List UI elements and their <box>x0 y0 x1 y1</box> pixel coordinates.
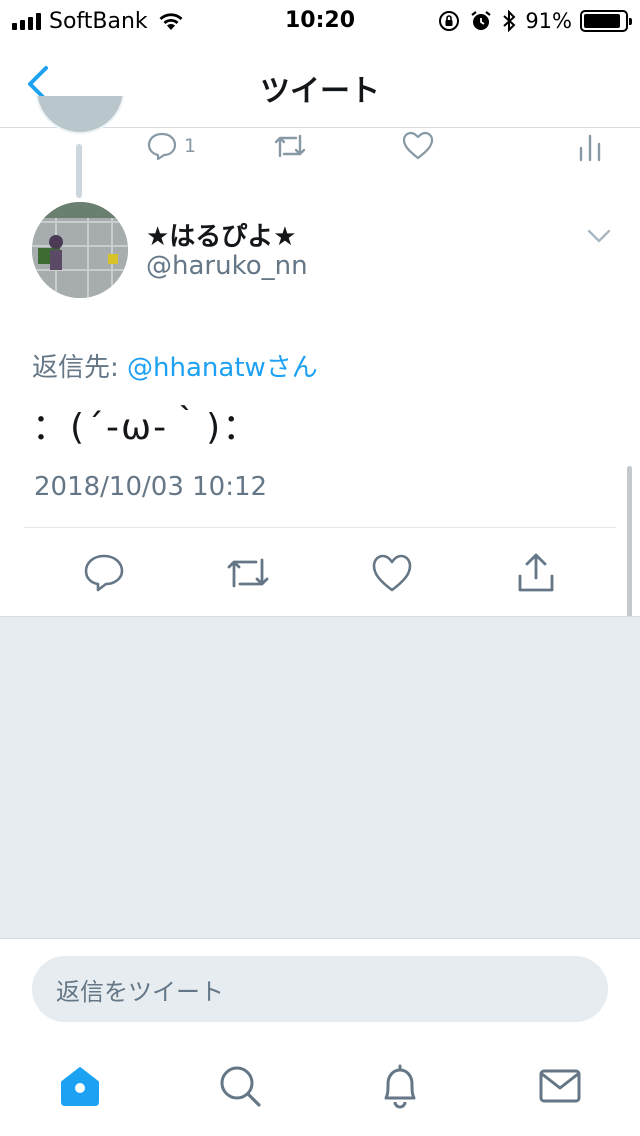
tweet-text: ：(´-ω-｀)： <box>32 407 261 448</box>
previous-retweet-button[interactable] <box>272 130 308 162</box>
home-icon[interactable] <box>54 1060 106 1112</box>
like-button[interactable] <box>370 550 414 596</box>
reply-to-line: 返信先: @hhanatwさん <box>32 347 318 384</box>
reply-input[interactable]: 返信をツイート <box>32 956 608 1022</box>
battery-level-fill <box>584 14 621 28</box>
previous-reply-button[interactable]: 1 <box>146 130 196 162</box>
tweet-actions <box>0 548 640 598</box>
previous-analytics-button[interactable] <box>576 130 604 162</box>
share-icon <box>518 553 554 592</box>
reply-placeholder: 返信をツイート <box>56 977 224 1006</box>
messages-icon[interactable] <box>534 1060 586 1112</box>
author-handle[interactable]: @haruko_nn <box>146 251 308 281</box>
chevron-down-icon[interactable] <box>586 226 612 246</box>
heart-icon <box>372 554 412 592</box>
battery-icon <box>580 10 632 32</box>
share-button[interactable] <box>514 550 558 596</box>
reply-icon <box>147 132 177 161</box>
reply-to-mention[interactable]: @hhanatwさん <box>127 353 318 383</box>
orientation-lock-icon <box>439 11 460 31</box>
previous-tweet-actions: 1 <box>0 128 640 164</box>
notifications-icon[interactable] <box>374 1060 426 1112</box>
tab-bar <box>0 1046 640 1136</box>
retweet-button[interactable] <box>224 550 269 596</box>
status-bar: SoftBank 10:20 91% <box>0 0 640 42</box>
reply-count: 1 <box>184 135 197 157</box>
status-right: 91% <box>437 8 632 34</box>
reply-button[interactable] <box>82 550 126 596</box>
search-icon[interactable] <box>214 1060 266 1112</box>
tweet-timestamp: 2018/10/03 10:12 <box>34 472 268 502</box>
divider <box>24 527 616 528</box>
battery-percentage: 91% <box>525 9 572 33</box>
reply-icon <box>84 554 124 592</box>
analytics-icon <box>579 134 601 162</box>
retweet-icon <box>274 134 306 158</box>
reply-to-label: 返信先: <box>32 353 128 383</box>
retweet-icon <box>227 558 269 588</box>
alarm-icon <box>471 11 491 30</box>
empty-replies-area <box>0 616 640 939</box>
author-avatar[interactable] <box>32 202 128 298</box>
heart-icon <box>402 131 434 160</box>
previous-like-button[interactable] <box>401 130 435 162</box>
bluetooth-icon <box>503 9 516 33</box>
author-display-name[interactable]: ★はるぴよ★ <box>146 216 297 253</box>
avatar-image <box>32 202 128 298</box>
